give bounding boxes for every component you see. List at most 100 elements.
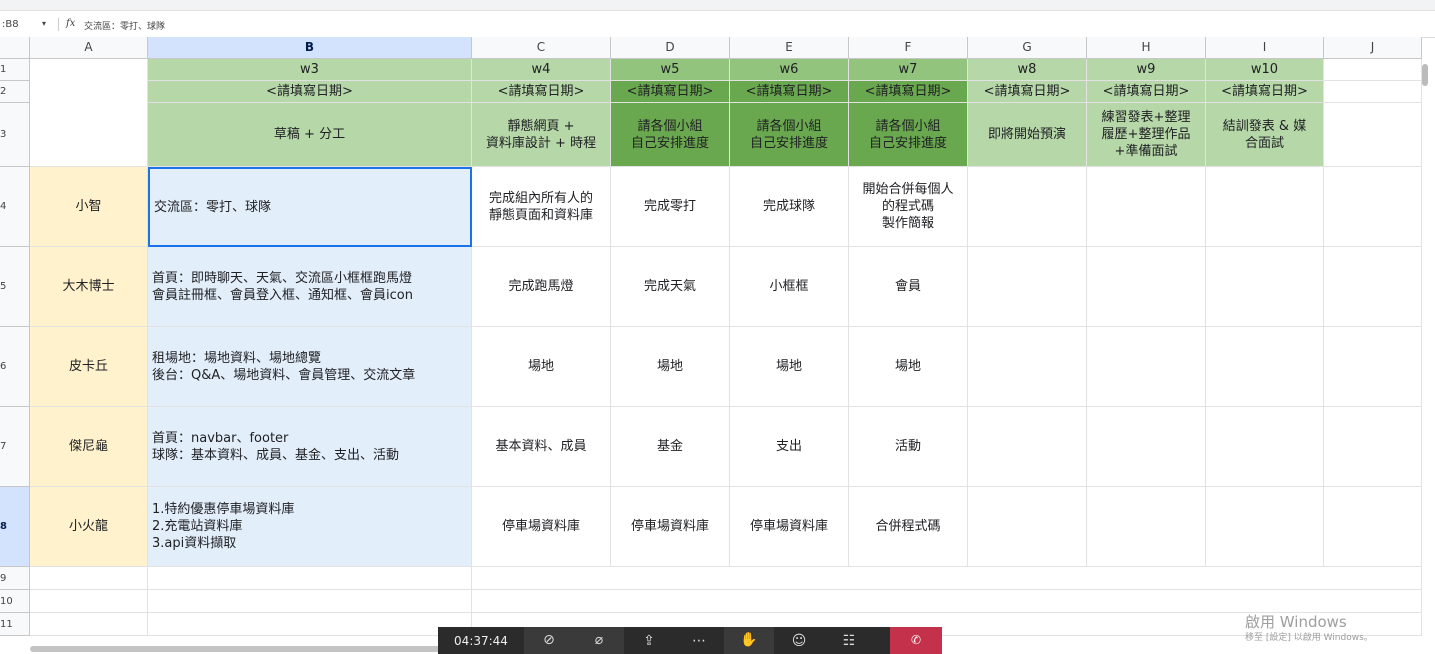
empty-cell[interactable] [1206, 327, 1324, 407]
task-cell[interactable]: 停車場資料庫 [611, 487, 730, 567]
date-cell[interactable]: <請填寫日期> [611, 81, 730, 103]
task-cell[interactable]: 活動 [849, 407, 968, 487]
chat-icon[interactable]: ☺ [774, 633, 824, 649]
task-cell[interactable]: 停車場資料庫 [730, 487, 849, 567]
task-cell[interactable]: 開始合併每個人 的程式碼 製作簡報 [849, 167, 968, 247]
empty-cell[interactable] [1206, 407, 1324, 487]
member-name-cell[interactable]: 小智 [30, 167, 148, 247]
column-header-d[interactable]: D [611, 37, 730, 59]
column-header-b[interactable]: B [148, 37, 472, 59]
date-cell[interactable]: <請填寫日期> [968, 81, 1087, 103]
date-cell[interactable]: <請填寫日期> [472, 81, 611, 103]
task-cell[interactable]: 場地 [472, 327, 611, 407]
empty-cell[interactable] [1324, 327, 1422, 407]
column-header-g[interactable]: G [968, 37, 1087, 59]
name-box-dropdown-icon[interactable]: ▾ [42, 19, 46, 28]
week-cell[interactable]: w3 [148, 59, 472, 81]
member-name-cell[interactable]: 皮卡丘 [30, 327, 148, 407]
task-cell[interactable]: 完成組內所有人的 靜態頁面和資料庫 [472, 167, 611, 247]
week-cell[interactable]: w8 [968, 59, 1087, 81]
row-header-11[interactable]: 11 [0, 613, 30, 636]
people-icon[interactable]: ☷ [824, 633, 874, 649]
task-cell[interactable]: 完成跑馬燈 [472, 247, 611, 327]
task-cell[interactable]: 交流區：零打、球隊 [148, 167, 472, 247]
cell-j1[interactable] [1324, 59, 1422, 81]
task-cell[interactable]: 租場地：場地資料、場地總覽 後台：Q&A、場地資料、會員管理、交流文章 [148, 327, 472, 407]
task-cell[interactable]: 場地 [849, 327, 968, 407]
empty-cell[interactable] [1087, 487, 1206, 567]
task-cell[interactable]: 停車場資料庫 [472, 487, 611, 567]
cell-j2[interactable] [1324, 81, 1422, 103]
empty-cell[interactable] [1324, 167, 1422, 247]
empty-cell[interactable] [1087, 407, 1206, 487]
task-cell[interactable]: 首頁：navbar、footer 球隊：基本資料、成員、基金、支出、活動 [148, 407, 472, 487]
task-cell[interactable]: 完成球隊 [730, 167, 849, 247]
cell-j3[interactable] [1324, 103, 1422, 167]
week-cell[interactable]: w4 [472, 59, 611, 81]
empty-cell[interactable] [968, 407, 1087, 487]
row-header-10[interactable]: 10 [0, 590, 30, 613]
task-cell[interactable]: 首頁：即時聊天、天氣、交流區小框框跑馬燈 會員註冊框、會員登入框、通知框、會員i… [148, 247, 472, 327]
topic-cell[interactable]: 草稿 + 分工 [148, 103, 472, 167]
empty-cell[interactable] [1324, 247, 1422, 327]
empty-cell[interactable] [968, 327, 1087, 407]
task-cell[interactable]: 場地 [730, 327, 849, 407]
topic-cell[interactable]: 靜態網頁 + 資料庫設計 + 時程 [472, 103, 611, 167]
topic-cell[interactable]: 請各個小組 自己安排進度 [849, 103, 968, 167]
empty-cell[interactable] [1087, 327, 1206, 407]
empty-cell[interactable] [30, 567, 148, 590]
row-header-9[interactable]: 9 [0, 567, 30, 590]
row-header-3[interactable]: 3 [0, 103, 30, 167]
row-header-5[interactable]: 5 [0, 247, 30, 327]
empty-row-10[interactable] [472, 590, 1422, 613]
column-header-f[interactable]: F [849, 37, 968, 59]
row-header-8[interactable]: 8 [0, 487, 30, 567]
cell-a1[interactable] [30, 59, 148, 167]
leave-icon[interactable]: ✆ [890, 627, 942, 654]
more-icon[interactable]: ⋯ [674, 633, 724, 649]
task-cell[interactable]: 場地 [611, 327, 730, 407]
topic-cell[interactable]: 即將開始預演 [968, 103, 1087, 167]
task-cell[interactable]: 合併程式碼 [849, 487, 968, 567]
column-header-c[interactable]: C [472, 37, 611, 59]
date-cell[interactable]: <請填寫日期> [730, 81, 849, 103]
empty-row-9[interactable] [472, 567, 1422, 590]
column-header-i[interactable]: I [1206, 37, 1324, 59]
column-header-j[interactable]: J [1324, 37, 1422, 59]
share-icon[interactable]: ⇪ [624, 633, 674, 649]
member-name-cell[interactable]: 小火龍 [30, 487, 148, 567]
row-header-7[interactable]: 7 [0, 407, 30, 487]
task-cell[interactable]: 支出 [730, 407, 849, 487]
empty-cell[interactable] [1206, 247, 1324, 327]
row-header-2[interactable]: 2 [0, 81, 30, 103]
week-cell[interactable]: w5 [611, 59, 730, 81]
empty-cell[interactable] [148, 567, 472, 590]
week-cell[interactable]: w9 [1087, 59, 1206, 81]
date-cell[interactable]: <請填寫日期> [148, 81, 472, 103]
formula-input[interactable]: 交流區：零打、球隊 [84, 19, 165, 32]
row-header-6[interactable]: 6 [0, 327, 30, 407]
week-cell[interactable]: w10 [1206, 59, 1324, 81]
column-header-h[interactable]: H [1087, 37, 1206, 59]
topic-cell[interactable]: 結訓發表 & 媒 合面試 [1206, 103, 1324, 167]
empty-cell[interactable] [148, 590, 472, 613]
topic-cell[interactable]: 請各個小組 自己安排進度 [730, 103, 849, 167]
row-header-4[interactable]: 4 [0, 167, 30, 247]
empty-cell[interactable] [968, 247, 1087, 327]
task-cell[interactable]: 基金 [611, 407, 730, 487]
empty-cell[interactable] [1206, 487, 1324, 567]
empty-cell[interactable] [1087, 167, 1206, 247]
empty-cell[interactable] [1324, 407, 1422, 487]
camera-off-icon[interactable]: ⊘ [524, 627, 574, 654]
task-cell[interactable]: 完成零打 [611, 167, 730, 247]
week-cell[interactable]: w6 [730, 59, 849, 81]
column-header-a[interactable]: A [30, 37, 148, 59]
task-cell[interactable]: 會員 [849, 247, 968, 327]
empty-cell[interactable] [968, 487, 1087, 567]
row-header-1[interactable]: 1 [0, 59, 30, 81]
date-cell[interactable]: <請填寫日期> [1206, 81, 1324, 103]
date-cell[interactable]: <請填寫日期> [849, 81, 968, 103]
task-cell[interactable]: 1.特約優惠停車場資料庫 2.充電站資料庫 3.api資料擷取 [148, 487, 472, 567]
empty-cell[interactable] [968, 167, 1087, 247]
horizontal-scrollbar[interactable] [30, 646, 450, 652]
